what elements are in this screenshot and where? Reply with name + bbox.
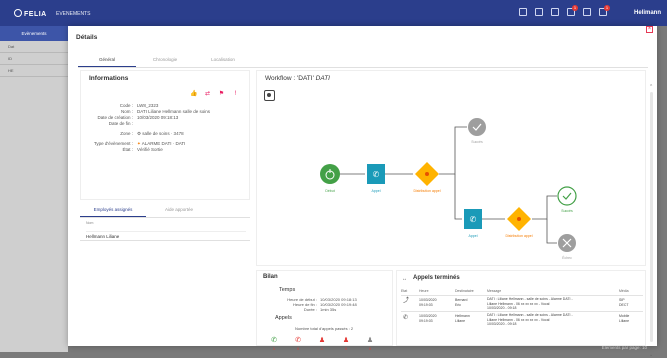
call-stats: ✆1 ✆0 ♟1 ♟0 ♟0 (267, 337, 377, 353)
tab-employes-assignes[interactable]: Employés assignés (80, 202, 146, 217)
workflow-diagram: Début ✆ Appel Distribution appel Succès … (257, 71, 647, 267)
node-label: Échec (562, 255, 572, 260)
details-modal: Détails × Général Chronologie Localisati… (68, 26, 657, 346)
divider (401, 311, 643, 312)
node-label: Distribution appel (413, 189, 440, 193)
dispatch-node[interactable]: Distribution appel (413, 162, 440, 193)
background-tab: Evènements (0, 26, 68, 41)
flag-icon[interactable]: ⚑ (218, 91, 225, 98)
divider (80, 240, 250, 241)
informations-title: Informations (89, 75, 128, 82)
failure-node[interactable]: Échec (558, 234, 576, 260)
alert-icon[interactable] (583, 8, 591, 16)
column-header-media: Média (619, 289, 629, 293)
tab-general[interactable]: Général (78, 54, 136, 67)
list-item[interactable]: Hellmann Liliane (86, 231, 246, 239)
reassign-icon[interactable]: ⇄ (204, 91, 211, 98)
assignment-tabs: Employés assignés Aide apportée (80, 202, 250, 218)
background-row: ID (0, 53, 68, 65)
background-list: Dat ID HE (0, 41, 68, 77)
node-label: Début (325, 189, 334, 193)
phone-icon: ✆ (403, 316, 408, 321)
dispatch-node-2[interactable]: Distribution appel (505, 207, 532, 238)
column-header-heure: Heure (419, 289, 429, 293)
close-icon[interactable]: × (646, 26, 653, 33)
modal-scrollbar[interactable]: ⌃ ⌄ (649, 86, 655, 354)
top-bar: FELIA EVENEMENTS 1 1 Helimann (0, 0, 667, 26)
call-node[interactable]: ✆ Appel (367, 164, 385, 193)
call-history-icon: ↔ (402, 276, 407, 282)
appels-title: Appels (275, 315, 292, 321)
modal-tabs: Général Chronologie Localisation (78, 54, 648, 68)
outgoing-call-icon: ⤴ (403, 299, 409, 304)
start-node[interactable]: Début (320, 164, 340, 193)
exclamation-icon[interactable]: ! (232, 91, 239, 98)
call-missed-icon: ✆0 (291, 337, 305, 353)
phone-icon: ✆ (470, 215, 477, 224)
success-top-node[interactable]: Succès (468, 118, 486, 144)
info-actions: 👍 ⇄ ⚑ ! (190, 91, 239, 98)
tab-localisation[interactable]: Localisation (194, 54, 252, 67)
user-name[interactable]: Helimann (634, 10, 661, 16)
background-row: HE (0, 65, 68, 77)
appels-termines-title: Appels terminés (413, 275, 460, 281)
success-node[interactable]: Succès (558, 187, 576, 213)
duree-row: Durée :1min 35s (267, 307, 336, 312)
column-header-nom: Nom (86, 221, 93, 225)
tab-chronologie[interactable]: Chronologie (136, 54, 194, 67)
app-logo[interactable]: FELIA (14, 9, 47, 18)
person-cancel-icon: ♟0 (339, 337, 353, 353)
divider (401, 295, 643, 296)
edge (439, 127, 467, 174)
edge (547, 219, 557, 243)
chat-icon[interactable] (535, 8, 543, 16)
scroll-down-icon[interactable]: ⌄ (649, 352, 653, 358)
call-node-2[interactable]: ✆ Appel (464, 209, 482, 238)
tab-aide-apportee[interactable]: Aide apportée (146, 202, 212, 217)
bilan-panel: Bilan Temps Heure de début :10/03/2020 0… (256, 270, 393, 346)
temps-title: Temps (279, 287, 295, 293)
node-label: Distribution appel (505, 234, 532, 238)
logo-text: FELIA (24, 11, 47, 18)
edge (455, 174, 462, 219)
edge (532, 196, 557, 219)
modal-title: Détails (76, 34, 97, 41)
node-label: Succès (471, 140, 483, 144)
app-name: EVENEMENTS (56, 11, 90, 17)
person-alert-icon: ♟1 (315, 337, 329, 353)
call-answered-icon: ✆1 (267, 337, 281, 353)
notification-badge: 1 (604, 5, 610, 11)
total-calls: Nombre total d'appels passés : 2 (295, 326, 353, 331)
workflow-panel: Workflow : 'DATI' DATI Début ✆ A (256, 70, 646, 266)
informations-panel: Informations 👍 ⇄ ⚑ ! Code :LW8_2323 Nom … (80, 70, 250, 200)
bilan-title: Bilan (263, 274, 278, 280)
bell-icon[interactable]: 1 (599, 8, 607, 16)
person-icon: ♟0 (363, 337, 377, 353)
column-header-destinataire: Destinataire (455, 289, 474, 293)
node-label: Succès (561, 209, 573, 213)
hashtag-icon[interactable]: 1 (567, 8, 575, 16)
top-icons: 1 1 (519, 8, 607, 16)
document-icon[interactable] (551, 8, 559, 16)
scroll-up-icon[interactable]: ⌃ (649, 84, 653, 90)
column-header-etat: Etat (401, 289, 407, 293)
thumbs-up-icon[interactable]: 👍 (190, 91, 197, 98)
background-sidebar (0, 41, 68, 352)
logo-ring-icon (14, 9, 22, 17)
notification-badge: 1 (572, 5, 578, 11)
node-label: Appel (372, 189, 381, 193)
column-header-message: Message (487, 289, 501, 293)
grid-icon[interactable] (519, 8, 527, 16)
phone-icon: ✆ (373, 170, 380, 179)
scroll-thumb[interactable] (650, 92, 653, 342)
node-label: Appel (469, 234, 478, 238)
background-row: Dat (0, 41, 68, 53)
appels-termines-panel: ↔ Appels terminés Etat Heure Destinatair… (396, 270, 646, 346)
